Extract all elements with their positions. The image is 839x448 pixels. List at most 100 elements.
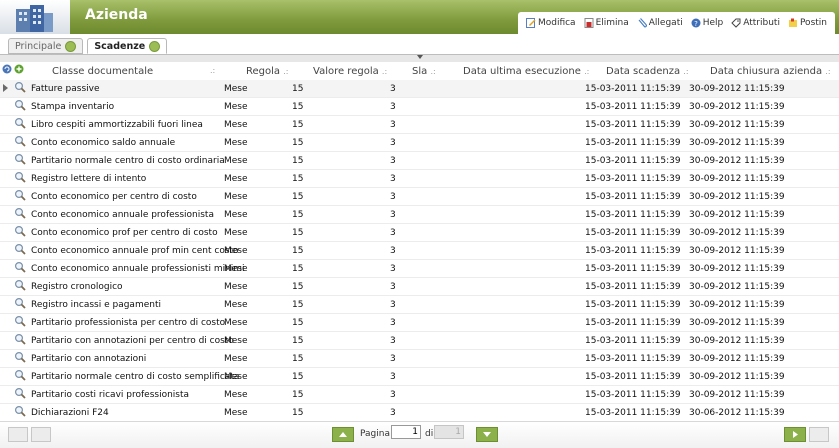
table-row[interactable]: Partitario con annotazioni per centro di…	[0, 332, 839, 350]
grid-column-header: Classe documentale .: Regola .: Valore r…	[0, 62, 839, 81]
table-row[interactable]: Dichiarazioni F24 Mese 15 3 15-03-2011 11:15…	[0, 404, 839, 422]
magnifier-icon[interactable]	[14, 387, 26, 399]
col-ultima[interactable]: Data ultima esecuzione .:	[463, 66, 589, 77]
cell-chiusura: 30-09-2012 11:15:39	[689, 246, 785, 256]
cell-classe: Conto economico annuale prof min cent co…	[31, 246, 239, 256]
magnifier-icon[interactable]	[14, 297, 26, 309]
attributes-button[interactable]: Attributi	[731, 18, 780, 28]
magnifier-icon[interactable]	[14, 315, 26, 327]
col-classe-resize-handle[interactable]: .:	[210, 66, 215, 75]
col-valore[interactable]: Valore regola .:	[313, 66, 387, 77]
col-regola[interactable]: Regola .:	[246, 66, 288, 77]
col-scadenza[interactable]: Data scadenza .:	[606, 66, 689, 77]
col-regola-resize-handle[interactable]: .:	[283, 67, 288, 76]
pagination-bar: Pagina di 1	[0, 421, 839, 448]
magnifier-icon[interactable]	[14, 243, 26, 255]
tab-principale[interactable]: Principale	[8, 38, 84, 54]
cell-sla: 3	[390, 372, 396, 382]
table-row[interactable]: Partitario professionista per centro di …	[0, 314, 839, 332]
cell-scadenza: 15-03-2011 11:15:39	[585, 336, 681, 346]
magnifier-icon[interactable]	[14, 261, 26, 273]
page-down-button[interactable]	[476, 427, 498, 442]
table-row[interactable]: Registro lettere di intento Mese 15 3 15-03-…	[0, 170, 839, 188]
col-sla-label: Sla	[412, 66, 428, 77]
sort-arrow-icon[interactable]	[417, 55, 423, 59]
magnifier-icon[interactable]	[14, 333, 26, 345]
table-row[interactable]: Conto economico annuale professionista Me…	[0, 206, 839, 224]
tab-scadenze[interactable]: Scadenze	[87, 38, 168, 54]
help-icon: ?	[691, 18, 701, 28]
col-chiusura-resize-handle[interactable]: .:	[825, 67, 830, 76]
cell-valore: 15	[292, 300, 304, 310]
table-row[interactable]: Registro cronologico Mese 15 3 15-03-2011 11…	[0, 278, 839, 296]
prev-page-button[interactable]	[31, 427, 51, 442]
col-ultima-resize-handle[interactable]: .:	[584, 67, 589, 76]
attachments-button[interactable]: Allegati	[637, 18, 683, 28]
delete-button[interactable]: Elimina	[584, 18, 629, 28]
cell-scadenza: 15-03-2011 11:15:39	[585, 408, 681, 418]
magnifier-icon[interactable]	[14, 135, 26, 147]
magnifier-icon[interactable]	[14, 225, 26, 237]
cell-valore: 15	[292, 210, 304, 220]
magnifier-icon[interactable]	[14, 99, 26, 111]
table-row[interactable]: Conto economico annuale prof min cent co…	[0, 242, 839, 260]
cell-scadenza: 15-03-2011 11:15:39	[585, 174, 681, 184]
col-chiusura[interactable]: Data chiusura azienda .:	[710, 66, 831, 77]
cell-sla: 3	[390, 282, 396, 292]
table-row[interactable]: Partitario normale centro di costo ordin…	[0, 152, 839, 170]
cell-classe: Registro cronologico	[31, 282, 123, 292]
table-row[interactable]: Partitario costi ricavi professionista Me…	[0, 386, 839, 404]
cell-scadenza: 15-03-2011 11:15:39	[585, 84, 681, 94]
help-button[interactable]: ? Help	[691, 18, 723, 28]
refresh-icon[interactable]	[2, 64, 12, 74]
edit-button[interactable]: Modifica	[525, 18, 576, 28]
page-up-button[interactable]	[332, 427, 354, 442]
magnifier-icon[interactable]	[14, 189, 26, 201]
first-page-button[interactable]	[8, 427, 28, 442]
table-row[interactable]: Libro cespiti ammortizzabili fuori linea…	[0, 116, 839, 134]
cell-regola: Mese	[224, 318, 248, 328]
col-valore-label: Valore regola	[313, 66, 379, 77]
cell-classe: Partitario con annotazioni	[31, 354, 147, 364]
magnifier-icon[interactable]	[14, 81, 26, 93]
toolbar: Modifica Elimina Allegati ? Help Attribu…	[517, 12, 835, 34]
magnifier-icon[interactable]	[14, 405, 26, 417]
next-page-button[interactable]	[784, 427, 806, 442]
col-scadenza-resize-handle[interactable]: .:	[683, 67, 688, 76]
table-row[interactable]: Conto economico annuale professionisti m…	[0, 260, 839, 278]
postin-button[interactable]: Postin	[788, 18, 827, 28]
table-row[interactable]: Stampa inventario Mese 15 3 15-03-2011 11:15…	[0, 98, 839, 116]
last-page-button[interactable]	[809, 427, 829, 442]
table-row[interactable]: Conto economico saldo annuale Mese 15 3 15-0…	[0, 134, 839, 152]
cell-sla: 3	[390, 228, 396, 238]
magnifier-icon[interactable]	[14, 279, 26, 291]
cell-valore: 15	[292, 174, 304, 184]
cell-sla: 3	[390, 174, 396, 184]
page-number-input[interactable]	[391, 425, 421, 439]
col-classe[interactable]: Classe documentale	[52, 66, 153, 77]
magnifier-icon[interactable]	[14, 171, 26, 183]
magnifier-icon[interactable]	[14, 351, 26, 363]
table-row[interactable]: Registro incassi e pagamenti Mese 15 3 15-03…	[0, 296, 839, 314]
cell-chiusura: 30-09-2012 11:15:39	[689, 354, 785, 364]
table-row[interactable]: Conto economico per centro di costo Mese 1…	[0, 188, 839, 206]
table-row[interactable]: Partitario con annotazioni Mese 15 3 15-03-2…	[0, 350, 839, 368]
cell-scadenza: 15-03-2011 11:15:39	[585, 354, 681, 364]
col-valore-resize-handle[interactable]: .:	[382, 67, 387, 76]
cell-valore: 15	[292, 318, 304, 328]
cell-classe: Fatture passive	[31, 84, 100, 94]
magnifier-icon[interactable]	[14, 207, 26, 219]
cell-sla: 3	[390, 156, 396, 166]
magnifier-icon[interactable]	[14, 153, 26, 165]
add-icon[interactable]	[14, 64, 24, 74]
table-row[interactable]: Partitario normale centro di costo sempl…	[0, 368, 839, 386]
col-sla-resize-handle[interactable]: .:	[430, 67, 435, 76]
table-row[interactable]: Conto economico prof per centro di costo…	[0, 224, 839, 242]
cell-classe: Partitario normale centro di costo ordin…	[31, 156, 225, 166]
col-sla[interactable]: Sla .:	[412, 66, 436, 77]
magnifier-icon[interactable]	[14, 117, 26, 129]
cell-chiusura: 30-09-2012 11:15:39	[689, 390, 785, 400]
magnifier-icon[interactable]	[14, 369, 26, 381]
table-row[interactable]: Fatture passive Mese 15 3 15-03-2011 11:15:3…	[0, 80, 839, 98]
cell-scadenza: 15-03-2011 11:15:39	[585, 246, 681, 256]
